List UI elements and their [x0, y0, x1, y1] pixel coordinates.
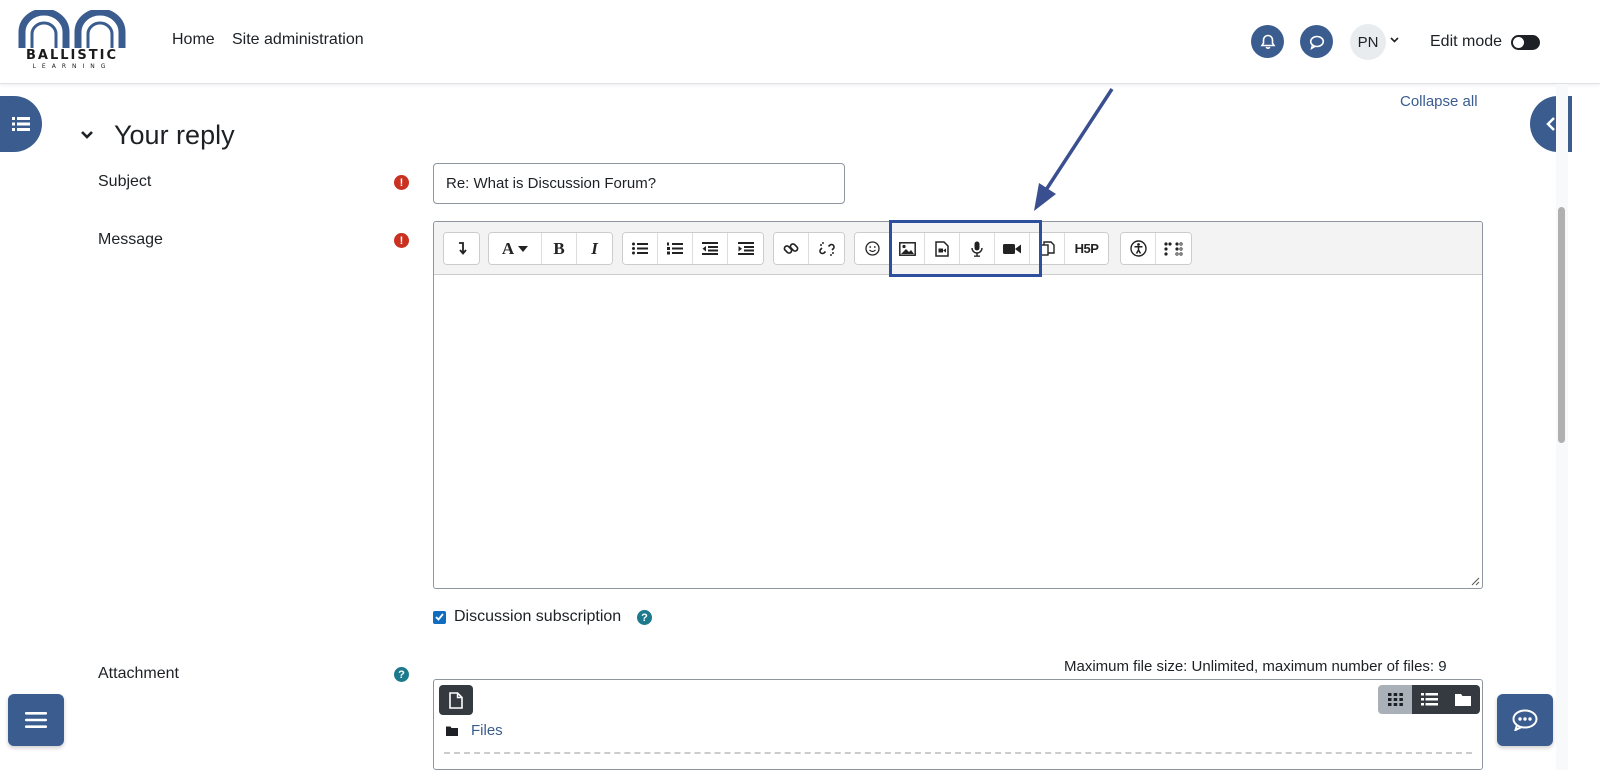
- unlink-icon: [818, 241, 835, 256]
- chevron-down-icon[interactable]: [1390, 34, 1399, 46]
- show-more-buttons[interactable]: [444, 233, 479, 264]
- resize-handle-icon[interactable]: [1470, 576, 1480, 586]
- required-icon: !: [394, 233, 409, 248]
- grid-icon: [1387, 693, 1403, 706]
- nav-home-link[interactable]: Home: [172, 31, 215, 49]
- link-icon: [783, 242, 799, 254]
- link-button[interactable]: [774, 233, 809, 264]
- indent-button[interactable]: [728, 233, 763, 264]
- toolbar-group-accessibility: [1120, 232, 1192, 265]
- toolbar-group-style: A B I: [488, 232, 613, 265]
- edit-mode-toggle[interactable]: [1511, 35, 1540, 50]
- indent-icon: [737, 242, 754, 255]
- chevron-left-icon: [1546, 117, 1555, 131]
- toolbar-group-lists: [622, 232, 764, 265]
- edit-mode-label: Edit mode: [1430, 33, 1503, 50]
- hamburger-icon: [25, 712, 47, 728]
- accessibility-icon: [1129, 240, 1147, 257]
- files-folder-label: Files: [471, 722, 503, 739]
- chevron-down-icon[interactable]: [80, 127, 102, 145]
- subject-label: Subject: [98, 173, 152, 190]
- folder-icon: [1455, 694, 1471, 706]
- accessibility-checker-button[interactable]: [1121, 233, 1156, 264]
- list-icon: [1420, 693, 1438, 706]
- h5p-label: H5P: [1074, 241, 1099, 256]
- smiley-icon: [864, 241, 880, 256]
- folder-icon: [446, 726, 458, 736]
- help-icon[interactable]: ?: [637, 610, 652, 625]
- ordered-list-button[interactable]: [658, 233, 693, 264]
- scrollbar-thumb[interactable]: [1558, 207, 1565, 443]
- message-label: Message: [98, 231, 163, 248]
- annotation-arrow-icon: [1034, 88, 1114, 211]
- toolbar-group-collapse: [443, 232, 480, 265]
- toolbar-group-links: [773, 232, 845, 265]
- attachment-filemanager: Files: [433, 679, 1483, 770]
- attachment-label: Attachment: [98, 665, 179, 682]
- icons-view-button[interactable]: [1378, 685, 1412, 714]
- list-icon: [12, 117, 30, 131]
- chat-bubble-icon: [1309, 35, 1324, 50]
- help-icon[interactable]: ?: [394, 667, 409, 682]
- braille-icon: [1163, 241, 1183, 256]
- outdent-icon: [702, 242, 718, 255]
- insert-h5p-button[interactable]: H5P: [1065, 233, 1108, 264]
- chat-dots-icon: [1512, 709, 1538, 731]
- bullet-list-icon: [632, 242, 648, 255]
- bold-label: B: [553, 238, 565, 258]
- site-logo[interactable]: BALLISTIC LEARNING: [18, 8, 126, 74]
- section-title: Your reply: [114, 120, 235, 150]
- discussion-subscription-label: Discussion subscription: [454, 608, 622, 625]
- screenreader-helper-button[interactable]: [1156, 233, 1191, 264]
- message-textarea[interactable]: [434, 276, 1482, 588]
- logo-arches-icon: [18, 8, 126, 48]
- messages-button[interactable]: [1300, 25, 1333, 58]
- chat-support-button[interactable]: [1497, 694, 1553, 746]
- list-view-button[interactable]: [1412, 685, 1446, 714]
- font-style-label: A: [501, 238, 515, 258]
- numbered-list-icon: [667, 242, 683, 255]
- media-buttons-highlight: [889, 220, 1042, 277]
- caret-down-icon: [518, 245, 529, 252]
- max-file-size-text: Maximum file size: Unlimited, maximum nu…: [1064, 658, 1447, 675]
- bold-button[interactable]: B: [542, 233, 577, 264]
- outdent-button[interactable]: [693, 233, 728, 264]
- unlink-button[interactable]: [809, 233, 844, 264]
- logo-name: BALLISTIC: [26, 48, 118, 63]
- section-header[interactable]: Your reply: [80, 120, 235, 151]
- files-breadcrumb[interactable]: Files: [446, 722, 503, 739]
- italic-label: I: [591, 238, 598, 258]
- notifications-button[interactable]: [1251, 25, 1284, 58]
- italic-button[interactable]: I: [577, 233, 612, 264]
- required-icon: !: [394, 175, 409, 190]
- top-navbar: BALLISTIC LEARNING Home Site administrat…: [0, 0, 1600, 84]
- nav-site-admin-link[interactable]: Site administration: [232, 31, 364, 49]
- collapse-all-link[interactable]: Collapse all: [1400, 93, 1478, 110]
- unordered-list-button[interactable]: [623, 233, 658, 264]
- paragraph-styles-button[interactable]: A: [489, 233, 542, 264]
- discussion-subscription-checkbox[interactable]: [433, 610, 446, 624]
- menu-button[interactable]: [8, 694, 64, 746]
- discussion-subscription-row: Discussion subscription: [433, 608, 621, 626]
- logo-tagline: LEARNING: [32, 63, 112, 70]
- tree-view-button[interactable]: [1446, 685, 1480, 714]
- bell-icon: [1260, 34, 1275, 49]
- user-avatar[interactable]: PN: [1350, 24, 1386, 60]
- subject-input[interactable]: [433, 163, 845, 204]
- course-index-drawer-button[interactable]: [0, 96, 42, 152]
- file-icon: [449, 691, 463, 709]
- emoji-button[interactable]: [855, 233, 890, 264]
- view-switcher: [1378, 685, 1480, 714]
- arrow-down-turn-icon: [458, 242, 467, 255]
- drop-zone-border: [444, 752, 1472, 754]
- add-file-button[interactable]: [439, 685, 473, 715]
